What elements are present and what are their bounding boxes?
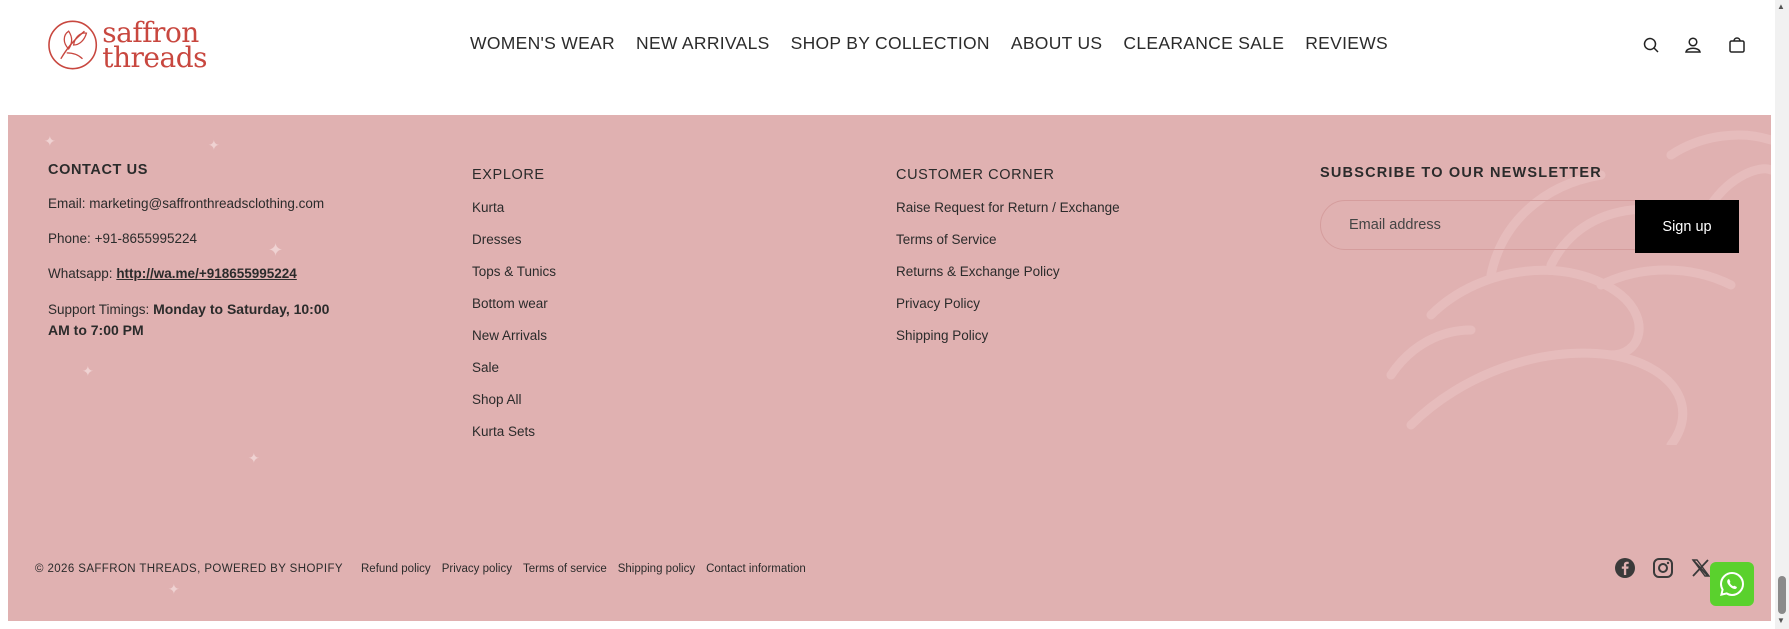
refund-policy-link[interactable]: Refund policy: [361, 563, 431, 575]
nav-clearance-sale[interactable]: CLEARANCE SALE: [1123, 33, 1284, 54]
newsletter-form: Sign up: [1320, 200, 1739, 253]
whatsapp-icon: [1719, 571, 1745, 597]
scroll-up-icon[interactable]: ▲: [1777, 2, 1785, 11]
sparkle-icon: ✦: [82, 363, 94, 379]
explore-link-new-arrivals[interactable]: New Arrivals: [472, 327, 556, 359]
contact-column: CONTACT US Email: marketing@saffronthrea…: [48, 162, 348, 356]
newsletter-email-input[interactable]: [1320, 200, 1660, 250]
logo-line-2: threads: [102, 41, 207, 74]
x-icon[interactable]: [1690, 557, 1712, 579]
page-scrollbar[interactable]: ▲ ▼: [1775, 0, 1789, 629]
shipping-policy-link[interactable]: Shipping policy: [618, 563, 695, 575]
customer-corner-column: CUSTOMER CORNER Raise Request for Return…: [896, 167, 1120, 359]
privacy-policy-link[interactable]: Privacy policy: [442, 563, 512, 575]
newsletter-section: SUBSCRIBE TO OUR NEWSLETTER: [1320, 165, 1602, 181]
cc-link-return-request[interactable]: Raise Request for Return / Exchange: [896, 199, 1120, 231]
cc-link-privacy-policy[interactable]: Privacy Policy: [896, 295, 1120, 327]
sparkle-icon: ✦: [208, 137, 220, 153]
explore-link-sale[interactable]: Sale: [472, 359, 556, 391]
explore-link-dresses[interactable]: Dresses: [472, 231, 556, 263]
contact-title: CONTACT US: [48, 162, 148, 178]
contact-timings: Support Timings: Monday to Saturday, 10:…: [48, 299, 348, 341]
whatsapp-label: Whatsapp:: [48, 266, 113, 281]
account-icon[interactable]: [1682, 34, 1704, 56]
header-actions: [1643, 34, 1789, 56]
site-footer: ✦ ✦ ✦ ✦ ✦ ✦ CONTACT US Email: marketing@…: [8, 115, 1771, 621]
contact-information-link[interactable]: Contact information: [706, 563, 806, 575]
sparkle-icon: ✦: [248, 450, 260, 466]
timings-label: Support Timings:: [48, 302, 150, 317]
explore-link-bottom-wear[interactable]: Bottom wear: [472, 295, 556, 327]
newsletter-title: SUBSCRIBE TO OUR NEWSLETTER: [1320, 165, 1602, 181]
scrollbar-thumb[interactable]: [1778, 576, 1786, 614]
cc-link-returns-exchange-policy[interactable]: Returns & Exchange Policy: [896, 263, 1120, 295]
explore-link-shop-all[interactable]: Shop All: [472, 391, 556, 423]
logo-text: saffron threads: [102, 19, 207, 74]
email-label: Email:: [48, 196, 86, 211]
cc-link-terms-of-service[interactable]: Terms of Service: [896, 231, 1120, 263]
footer-bottom-bar: © 2026 SAFFRON THREADS, POWERED BY SHOPI…: [8, 558, 1771, 585]
facebook-icon[interactable]: [1614, 557, 1636, 579]
explore-column: EXPLORE Kurta Dresses Tops & Tunics Bott…: [472, 167, 556, 455]
site-header: saffron threads WOMEN'S WEAR NEW ARRIVAL…: [0, 0, 1789, 115]
copyright-text: © 2026 SAFFRON THREADS, POWERED BY SHOPI…: [35, 563, 343, 575]
instagram-icon[interactable]: [1652, 557, 1674, 579]
nav-new-arrivals[interactable]: NEW ARRIVALS: [636, 33, 770, 54]
scroll-down-icon[interactable]: ▼: [1777, 616, 1785, 625]
contact-email: Email: marketing@saffronthreadsclothing.…: [48, 194, 348, 214]
explore-link-tops-tunics[interactable]: Tops & Tunics: [472, 263, 556, 295]
nav-reviews[interactable]: REVIEWS: [1305, 33, 1388, 54]
nav-shop-by-collection[interactable]: SHOP BY COLLECTION: [791, 33, 990, 54]
search-icon[interactable]: [1640, 34, 1662, 56]
phone-label: Phone:: [48, 231, 91, 246]
sign-up-button[interactable]: Sign up: [1635, 200, 1739, 253]
nav-about-us[interactable]: ABOUT US: [1011, 33, 1103, 54]
email-value[interactable]: marketing@saffronthreadsclothing.com: [89, 196, 324, 211]
nav-womens-wear[interactable]: WOMEN'S WEAR: [470, 33, 615, 54]
whatsapp-link[interactable]: http://wa.me/+918655995224: [116, 266, 296, 281]
brand-logo[interactable]: saffron threads: [47, 17, 207, 73]
customer-corner-title: CUSTOMER CORNER: [896, 167, 1055, 183]
contact-whatsapp: Whatsapp: http://wa.me/+918655995224: [48, 264, 348, 284]
contact-phone: Phone: +91-8655995224: [48, 229, 348, 249]
main-nav: WOMEN'S WEAR NEW ARRIVALS SHOP BY COLLEC…: [470, 33, 1388, 54]
explore-link-kurta-sets[interactable]: Kurta Sets: [472, 423, 556, 455]
terms-of-service-link[interactable]: Terms of service: [523, 563, 607, 575]
policy-links: Refund policy Privacy policy Terms of se…: [361, 563, 806, 575]
explore-title: EXPLORE: [472, 167, 545, 183]
sparkle-icon: ✦: [44, 133, 56, 149]
explore-link-kurta[interactable]: Kurta: [472, 199, 556, 231]
cart-icon[interactable]: [1726, 34, 1748, 56]
logo-flower-icon: [48, 20, 98, 70]
whatsapp-chat-button[interactable]: [1710, 562, 1754, 606]
cc-link-shipping-policy[interactable]: Shipping Policy: [896, 327, 1120, 359]
phone-value[interactable]: +91-8655995224: [95, 231, 197, 246]
social-links: [1614, 557, 1712, 579]
